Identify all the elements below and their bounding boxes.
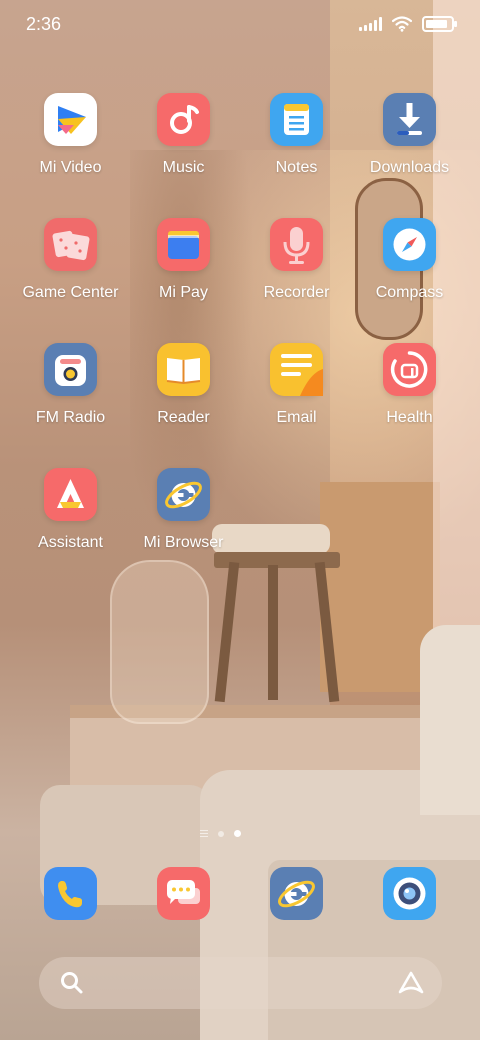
- app-label: Downloads: [369, 159, 450, 176]
- app-label: Health: [386, 409, 433, 426]
- app-reader[interactable]: Reader: [127, 343, 240, 427]
- search-icon: [61, 972, 83, 994]
- camera-icon[interactable]: [383, 867, 436, 920]
- app-label: Compass: [375, 284, 444, 301]
- app-game-center[interactable]: Game Center: [14, 218, 127, 302]
- app-fm-radio[interactable]: FM Radio: [14, 343, 127, 427]
- reader-icon: [157, 343, 210, 396]
- app-label: Mi Browser: [143, 534, 224, 551]
- app-mi-browser[interactable]: Mi Browser: [127, 468, 240, 552]
- search-bar[interactable]: [39, 957, 442, 1009]
- wallpaper-sofa-arm: [420, 625, 480, 815]
- status-icons: [359, 16, 457, 32]
- app-label: Music: [162, 159, 205, 176]
- assistant-icon[interactable]: [396, 970, 426, 996]
- wallpaper-vase: [110, 560, 209, 724]
- page-indicator-feed: [200, 830, 208, 837]
- battery-icon: [422, 16, 457, 32]
- page-indicator[interactable]: [200, 830, 241, 837]
- mi-video-icon: [44, 93, 97, 146]
- app-mi-video[interactable]: Mi Video: [14, 93, 127, 177]
- phone-icon[interactable]: [44, 867, 97, 920]
- app-notes[interactable]: Notes: [240, 93, 353, 177]
- app-assistant[interactable]: Assistant: [14, 468, 127, 552]
- app-health[interactable]: Health: [353, 343, 466, 427]
- app-compass[interactable]: Compass: [353, 218, 466, 302]
- app-label: Reader: [157, 409, 210, 426]
- page-indicator-dot: [218, 830, 224, 837]
- notes-icon: [270, 93, 323, 146]
- music-icon: [157, 93, 210, 146]
- mi-pay-icon: [157, 218, 210, 271]
- app-label: Game Center: [22, 284, 119, 301]
- downloads-icon: [383, 93, 436, 146]
- recorder-icon: [270, 218, 323, 271]
- app-label: Recorder: [263, 284, 330, 301]
- page-indicator-dot-active: [234, 830, 241, 837]
- messaging-icon[interactable]: [157, 867, 210, 920]
- game-center-icon: [44, 218, 97, 271]
- wifi-icon: [392, 16, 412, 32]
- app-downloads[interactable]: Downloads: [353, 93, 466, 177]
- mi-browser-icon: [157, 468, 210, 521]
- wallpaper-stool-leg: [214, 561, 240, 703]
- app-mi-pay[interactable]: Mi Pay: [127, 218, 240, 302]
- fm-radio-icon: [44, 343, 97, 396]
- app-email[interactable]: Email: [240, 343, 353, 427]
- app-music[interactable]: Music: [127, 93, 240, 177]
- app-label: Email: [276, 409, 317, 426]
- app-label: Notes: [275, 159, 318, 176]
- app-label: Mi Pay: [159, 284, 208, 301]
- status-time: 2:36: [26, 14, 62, 34]
- assistant-icon: [44, 468, 97, 521]
- signal-icon: [359, 17, 382, 31]
- status-bar: 2:36: [0, 0, 480, 50]
- app-label: Assistant: [38, 534, 103, 551]
- app-recorder[interactable]: Recorder: [240, 218, 353, 302]
- email-icon: [270, 343, 323, 396]
- browser-icon[interactable]: [270, 867, 323, 920]
- health-icon: [383, 343, 436, 396]
- compass-icon: [383, 218, 436, 271]
- wallpaper-stool-leg: [268, 565, 278, 700]
- app-label: FM Radio: [35, 409, 106, 426]
- app-label: Mi Video: [39, 159, 102, 176]
